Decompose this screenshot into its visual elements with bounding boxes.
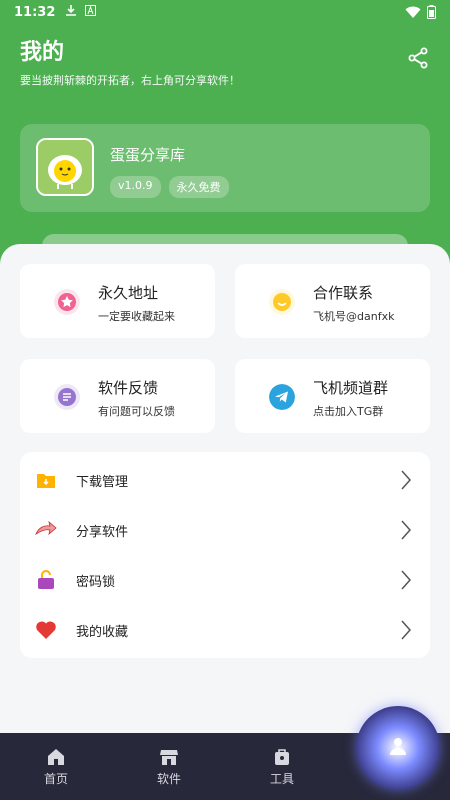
menu-item-downloads[interactable]: 下载管理 bbox=[20, 460, 430, 500]
main-sheet: 永久地址 一定要收藏起来 合作联系 飞机号@danfxk 软件反馈 有问题可以反… bbox=[0, 244, 450, 744]
status-time: 11:32 bbox=[14, 4, 56, 20]
lock-icon bbox=[38, 570, 54, 589]
header: 我的 要当披荆斩棘的开拓者，右上角可分享软件！ bbox=[20, 34, 430, 90]
app-logo bbox=[36, 138, 94, 196]
toolbox-icon bbox=[275, 749, 289, 765]
badges: v1.0.9 永久免费 bbox=[110, 176, 229, 198]
menu-item-share[interactable]: 分享软件 bbox=[20, 510, 430, 550]
nav-label: 软件 bbox=[156, 772, 181, 786]
chevron-right-icon bbox=[401, 620, 412, 640]
chevron-right-icon bbox=[401, 520, 412, 540]
license-badge: 永久免费 bbox=[168, 176, 229, 198]
feature-title: 软件反馈 bbox=[98, 379, 159, 397]
profile-fab-button[interactable] bbox=[356, 706, 440, 790]
feature-card-telegram[interactable]: 飞机频道群 点击加入TG群 bbox=[235, 359, 430, 433]
nav-label: 首页 bbox=[43, 772, 68, 786]
status-bar: 11:32 bbox=[0, 0, 450, 24]
menu-item-favorites[interactable]: 我的收藏 bbox=[20, 610, 430, 650]
menu-item-label: 密码锁 bbox=[76, 575, 116, 590]
page-subtitle: 要当披荆斩棘的开拓者，右上角可分享软件！ bbox=[20, 74, 240, 87]
telegram-icon bbox=[269, 384, 295, 410]
feature-card-address[interactable]: 永久地址 一定要收藏起来 bbox=[20, 264, 215, 338]
feature-subtitle: 一定要收藏起来 bbox=[98, 310, 175, 323]
download-icon bbox=[65, 4, 77, 20]
wifi-icon bbox=[405, 6, 421, 18]
feature-subtitle: 点击加入TG群 bbox=[313, 405, 384, 418]
share-hand-icon bbox=[35, 520, 57, 536]
status-right bbox=[405, 5, 436, 19]
app-name: 蛋蛋分享库 bbox=[110, 146, 186, 164]
feature-title: 永久地址 bbox=[98, 284, 159, 302]
version-badge: v1.0.9 bbox=[110, 176, 161, 198]
battery-icon bbox=[427, 5, 436, 19]
nav-tools[interactable]: 工具 bbox=[252, 747, 312, 787]
feature-title: 合作联系 bbox=[313, 284, 374, 302]
chevron-right-icon bbox=[401, 570, 412, 590]
page-title: 我的 bbox=[20, 40, 65, 65]
menu-item-label: 我的收藏 bbox=[76, 625, 129, 640]
nav-home[interactable]: 首页 bbox=[26, 747, 86, 787]
feature-card-feedback[interactable]: 软件反馈 有问题可以反馈 bbox=[20, 359, 215, 433]
nav-label: 工具 bbox=[269, 772, 294, 786]
a-icon bbox=[85, 5, 97, 19]
person-icon bbox=[390, 738, 406, 755]
feature-title: 飞机频道群 bbox=[313, 379, 389, 397]
nav-software[interactable]: 软件 bbox=[139, 747, 199, 787]
menu-list: 下载管理 分享软件 密码锁 我的收藏 bbox=[20, 452, 430, 658]
menu-item-label: 下载管理 bbox=[76, 475, 129, 490]
chevron-right-icon bbox=[401, 470, 412, 490]
home-icon bbox=[48, 749, 64, 765]
feedback-icon bbox=[54, 384, 80, 410]
download-folder-icon bbox=[37, 474, 55, 488]
app-info-card: 蛋蛋分享库 v1.0.9 永久免费 bbox=[20, 124, 430, 212]
feature-card-contact[interactable]: 合作联系 飞机号@danfxk bbox=[235, 264, 430, 338]
heart-icon bbox=[36, 621, 56, 639]
star-icon bbox=[54, 289, 80, 315]
menu-item-label: 分享软件 bbox=[76, 525, 129, 540]
smile-icon bbox=[269, 289, 295, 315]
share-icon[interactable] bbox=[406, 46, 430, 70]
menu-item-lock[interactable]: 密码锁 bbox=[20, 560, 430, 600]
store-icon bbox=[160, 750, 178, 765]
feature-subtitle: 飞机号@danfxk bbox=[313, 310, 395, 323]
feature-subtitle: 有问题可以反馈 bbox=[98, 405, 175, 418]
